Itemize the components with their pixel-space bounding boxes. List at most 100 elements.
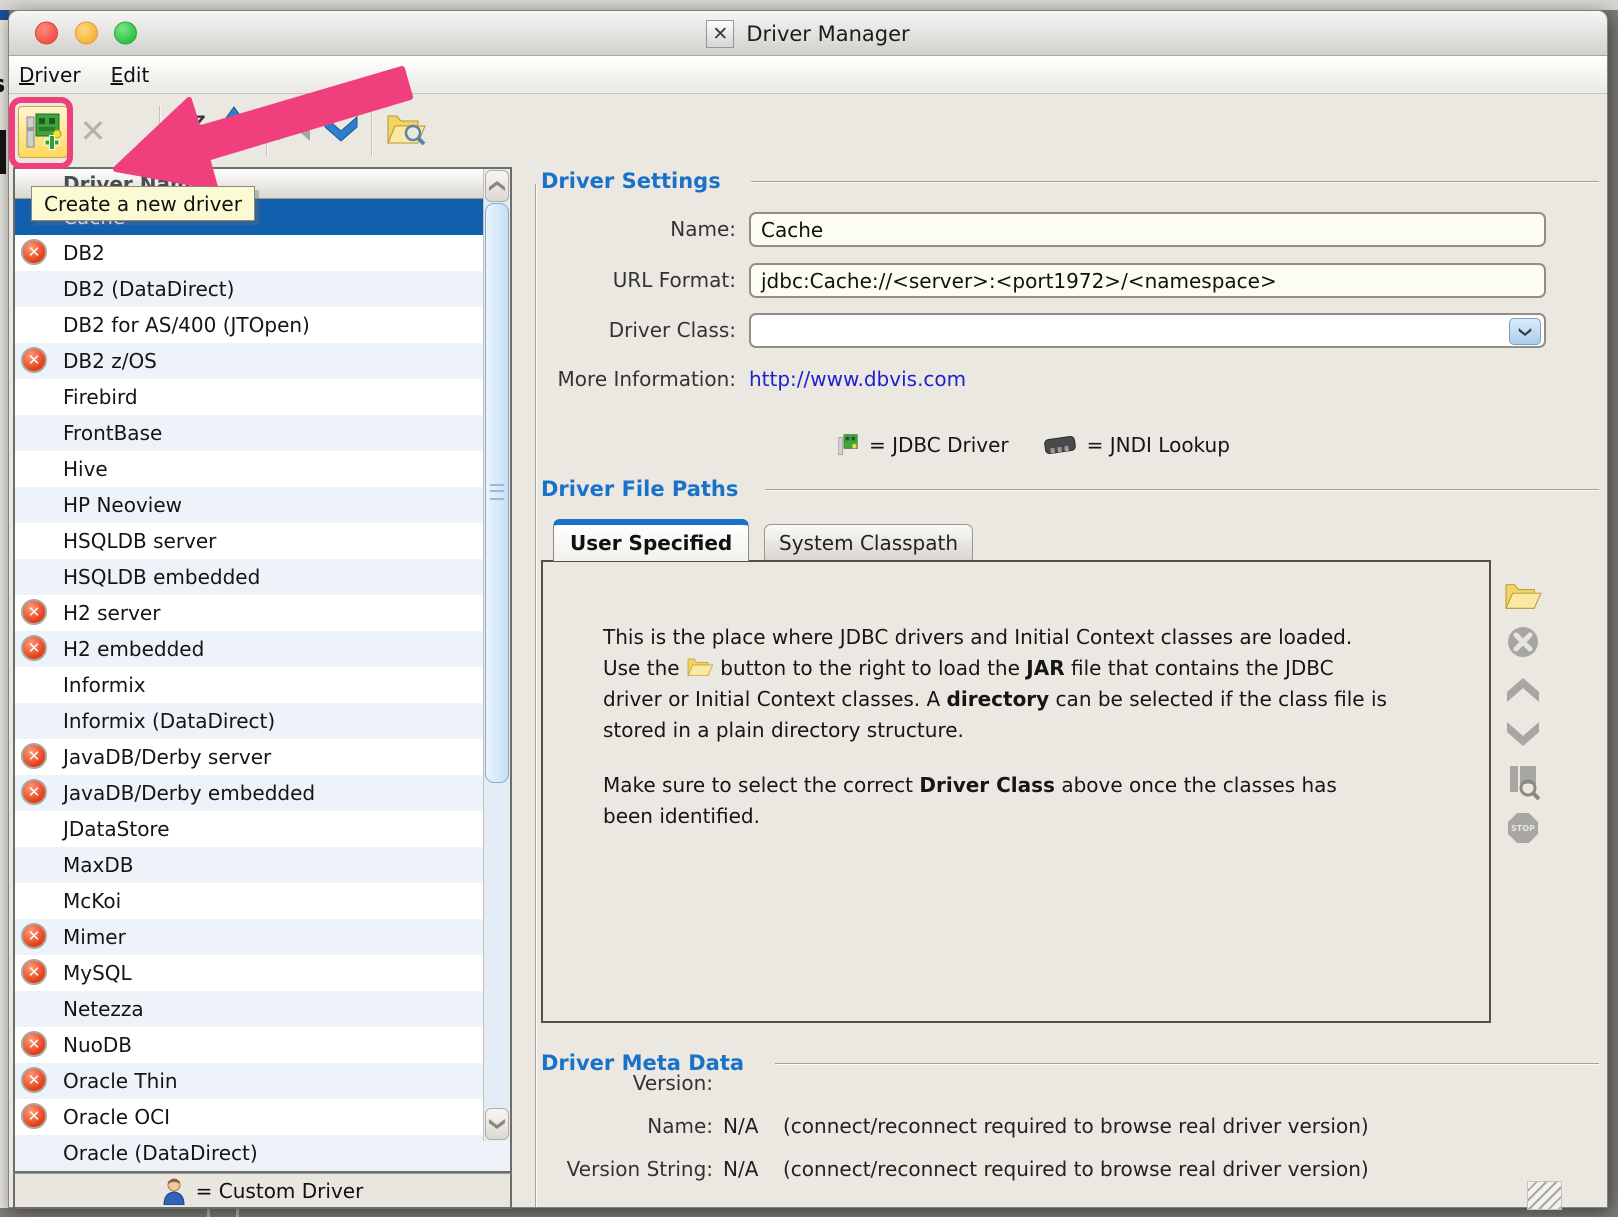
driver-file-paths-heading: Driver File Paths — [541, 477, 738, 501]
open-folder-icon — [1503, 580, 1543, 612]
driver-list-item[interactable]: FrontBase — [15, 415, 510, 451]
custom-driver-legend: = Custom Driver — [13, 1173, 512, 1209]
driver-name-label: MySQL — [63, 961, 132, 985]
tooltip: Create a new driver — [31, 186, 255, 221]
find-in-paths-button[interactable] — [1501, 763, 1545, 801]
driver-type-legend: = JDBC Driver = JNDI Lookup — [837, 431, 1230, 459]
driver-list-item[interactable]: ✕ NuoDB — [15, 1027, 510, 1063]
desktop-background-strip — [0, 0, 1618, 10]
driver-list-item[interactable]: Firebird — [15, 379, 510, 415]
driver-list-item[interactable]: Informix (DataDirect) — [15, 703, 510, 739]
sort-descending-button[interactable]: Z — [169, 104, 209, 152]
driver-name-label: HSQLDB embedded — [63, 565, 260, 589]
stop-search-button[interactable]: STOP — [1501, 809, 1545, 847]
driver-list-item[interactable]: HP Neoview — [15, 487, 510, 523]
toolbar-separator — [266, 106, 268, 156]
driver-error-icon: ✕ — [21, 347, 47, 373]
move-up-button[interactable] — [274, 112, 314, 146]
find-driver-files-icon — [385, 109, 427, 149]
driver-name-label: NuoDB — [63, 1033, 132, 1057]
driver-list-item[interactable]: Hive — [15, 451, 510, 487]
driver-name-label: Informix — [63, 673, 146, 697]
driver-error-icon: ✕ — [21, 779, 47, 805]
sort-ascending-button[interactable]: Z A — [219, 104, 259, 152]
driver-error-icon: ✕ — [21, 923, 47, 949]
driver-list-item[interactable]: ✕JavaDB/Derby embedded — [15, 775, 510, 811]
driver-list-item[interactable]: ✕Oracle Thin — [15, 1063, 510, 1099]
driver-list-item[interactable]: JDataStore — [15, 811, 510, 847]
move-down-button[interactable] — [321, 112, 361, 146]
person-icon — [162, 1177, 186, 1205]
driver-list-item[interactable]: DB2 (DataDirect) — [15, 271, 510, 307]
driver-class-field[interactable] — [749, 313, 1546, 348]
user-specified-panel: This is the place where JDBC drivers and… — [541, 560, 1491, 1023]
background-splitter-grip — [207, 1208, 239, 1217]
driver-list-item[interactable]: ✕DB2 — [15, 235, 510, 271]
driver-list-item[interactable]: ✕H2 embedded — [15, 631, 510, 667]
chevron-down-icon — [1505, 720, 1541, 748]
custom-driver-legend-text: = Custom Driver — [196, 1179, 364, 1203]
url-format-label: URL Format: — [541, 268, 736, 292]
driver-list-item[interactable]: HSQLDB server — [15, 523, 510, 559]
remove-driver-button[interactable]: ✕ — [76, 106, 110, 156]
menu-edit[interactable]: Edit — [111, 63, 150, 87]
scrollbar-thumb[interactable] — [485, 203, 509, 783]
driver-list-panel: Driver Name Cache✕DB2DB2 (DataDirect)DB2… — [13, 167, 512, 1173]
open-file-button[interactable] — [1501, 577, 1545, 615]
background-text-fragment: s — [0, 70, 5, 98]
driver-name-label: H2 server — [63, 601, 160, 625]
driver-list-item[interactable]: HSQLDB embedded — [15, 559, 510, 595]
driver-list-item[interactable]: ✕ Mimer — [15, 919, 510, 955]
name-field[interactable]: Cache — [749, 212, 1546, 247]
driver-list-item[interactable]: ✕DB2 z/OS — [15, 343, 510, 379]
driver-list-item[interactable]: ✕ H2 server — [15, 595, 510, 631]
version-string-note: (connect/reconnect required to browse re… — [783, 1157, 1369, 1181]
driver-list-item[interactable]: Oracle (DataDirect) — [15, 1135, 510, 1171]
find-driver-icon — [1506, 764, 1540, 800]
window-resize-grip[interactable] — [1527, 1181, 1562, 1210]
find-driver-files-button[interactable] — [383, 106, 429, 152]
sort-descending-icon: Z — [170, 105, 208, 151]
driver-name-label: HP Neoview — [63, 493, 182, 517]
svg-text:Z: Z — [194, 112, 206, 131]
driver-name-label: Informix (DataDirect) — [63, 709, 275, 733]
panel-paragraph: This is the place where JDBC drivers and… — [603, 622, 1393, 746]
driver-list-item[interactable]: McKoi — [15, 883, 510, 919]
tooltip-text: Create a new driver — [44, 192, 242, 216]
meta-name-note: (connect/reconnect required to browse re… — [783, 1114, 1369, 1138]
driver-name-label: Netezza — [63, 997, 144, 1021]
driver-list-item[interactable]: Informix — [15, 667, 510, 703]
window-title: Driver Manager — [746, 22, 909, 46]
move-path-down-button[interactable] — [1501, 715, 1545, 753]
annotation-highlight-box — [9, 97, 73, 169]
driver-name-label: Mimer — [63, 925, 126, 949]
menu-driver[interactable]: Driver — [19, 63, 81, 87]
driver-error-icon: ✕ — [21, 1067, 47, 1093]
driver-list-item[interactable]: Netezza — [15, 991, 510, 1027]
version-string-value: N/A — [723, 1157, 758, 1181]
tab-user-specified[interactable]: User Specified — [553, 519, 749, 561]
driver-class-dropdown-button[interactable] — [1509, 318, 1541, 345]
driver-name-label: McKoi — [63, 889, 121, 913]
driver-list-item[interactable]: ✕Oracle OCI — [15, 1099, 510, 1135]
chevron-up-icon — [1505, 676, 1541, 704]
driver-list-item[interactable]: ✕JavaDB/Derby server — [15, 739, 510, 775]
tab-system-classpath[interactable]: System Classpath — [764, 524, 973, 561]
scroll-up-button[interactable] — [485, 170, 509, 202]
menu-bar: Driver Edit — [9, 56, 1607, 94]
driver-list-item[interactable]: DB2 for AS/400 (JTOpen) — [15, 307, 510, 343]
move-path-up-button[interactable] — [1501, 671, 1545, 709]
driver-list-scrollbar[interactable] — [483, 169, 510, 1141]
move-up-icon — [276, 115, 312, 143]
toolbar-separator — [371, 106, 373, 156]
driver-list-item[interactable]: MaxDB — [15, 847, 510, 883]
driver-error-icon: ✕ — [21, 1031, 47, 1057]
screen: { "window": { "title": "Driver Manager",… — [0, 0, 1618, 1217]
driver-error-icon: ✕ — [21, 599, 47, 625]
driver-list-item[interactable]: ✕MySQL — [15, 955, 510, 991]
folder-icon — [686, 655, 714, 679]
dbvis-link[interactable]: http://www.dbvis.com — [749, 367, 966, 391]
url-format-field[interactable]: jdbc:Cache://<server>:<port1972>/<namesp… — [749, 263, 1546, 298]
remove-path-button[interactable] — [1501, 623, 1545, 661]
driver-manager-window: ✕ Driver Manager Driver Edit ✕ + — [8, 10, 1608, 1208]
